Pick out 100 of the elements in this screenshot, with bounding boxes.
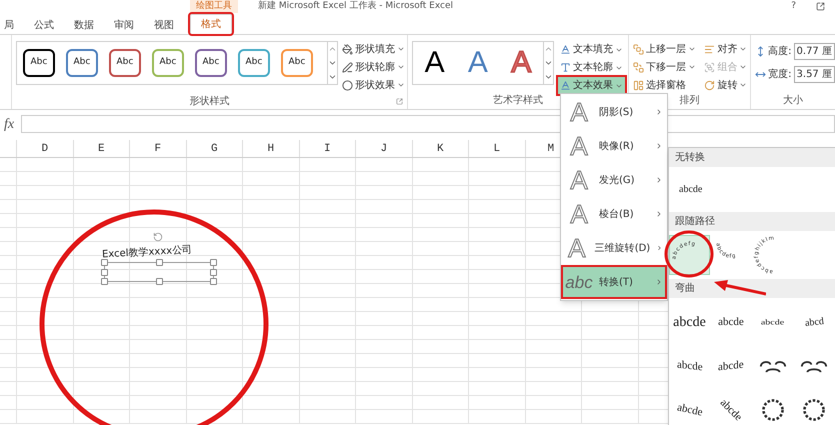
window-title: 新建 Microsoft Excel 工作表 - Microsoft Excel (258, 0, 454, 13)
caret-icon (396, 81, 405, 89)
button-icon (704, 80, 716, 90)
group-label: 形状样式 (189, 94, 230, 108)
context-tab-label: 绘图工具 (190, 0, 238, 14)
transform-option[interactable]: abcde (669, 302, 710, 342)
caret-icon (396, 45, 405, 53)
ribbon-tab[interactable]: 局 (0, 16, 18, 34)
gallery-section-header: 跟随路径 (669, 212, 835, 231)
menu-item[interactable]: A 三维旋转(D) (561, 231, 667, 265)
group-label: 大小 (783, 94, 804, 108)
ribbon-button[interactable]: 旋转 (704, 77, 750, 93)
shape-style-preset[interactable]: Abc (152, 49, 184, 77)
menu-item[interactable]: A 映像(R) (561, 129, 667, 163)
rotate-handle-icon[interactable] (153, 232, 163, 242)
ribbon-button[interactable]: 形状效果 (342, 77, 405, 93)
effect-icon: A (565, 167, 593, 193)
column-header[interactable]: M (526, 140, 560, 157)
shape-style-preset[interactable]: Abc (108, 49, 141, 77)
wordart-preset[interactable]: A (511, 48, 532, 78)
warp-preview-text: abcde (675, 400, 704, 420)
menu-item[interactable]: A 棱台(B) (561, 197, 667, 231)
ribbon-tab[interactable]: 公式 (30, 16, 58, 34)
shape-style-preset[interactable]: Abc (238, 49, 270, 77)
shape-style-preset[interactable]: Abc (66, 49, 98, 77)
ribbon-button[interactable]: 上移一层 (632, 41, 698, 57)
ribbon-button[interactable]: 文本填充 (558, 41, 625, 58)
resize-handle[interactable] (156, 278, 163, 285)
field-label: 高度: (768, 44, 792, 59)
menu-item[interactable]: abc 转换(T) (561, 265, 667, 299)
column-header[interactable]: J (356, 140, 412, 157)
column-header[interactable]: G (186, 140, 243, 157)
caret-icon (688, 45, 696, 53)
menu-item-label: 映像(R) (599, 140, 635, 154)
text-icon (560, 44, 571, 55)
transform-option[interactable]: abcde (679, 170, 702, 210)
help-button[interactable]: ? (791, 0, 796, 14)
column-header[interactable]: K (412, 140, 469, 157)
wordart-preset[interactable]: A (424, 48, 445, 78)
effect-icon: A (565, 99, 593, 125)
menu-item-label: 三维旋转(D) (594, 242, 650, 256)
column-header[interactable]: F (130, 140, 186, 157)
transform-option[interactable]: abcde (669, 390, 710, 425)
text-box-shape[interactable] (104, 262, 214, 282)
size-field[interactable]: 0.77 厘 (794, 43, 835, 60)
ribbon-button[interactable]: 下移一层 (632, 59, 698, 75)
text-icon (560, 62, 571, 73)
ribbon-button[interactable]: 形状填充 (342, 41, 405, 57)
warp-preview-text: abcde (718, 314, 744, 330)
column-header[interactable]: E (74, 140, 130, 157)
shape-style-preset[interactable]: Abc (280, 49, 313, 77)
column-header[interactable]: H (243, 140, 300, 157)
resize-handle[interactable] (156, 259, 163, 266)
menu-item[interactable]: A 阴影(S) (561, 95, 667, 129)
wordart-preset[interactable]: A (468, 48, 488, 78)
field-label: 宽度: (768, 68, 792, 82)
transform-option[interactable]: abcde (710, 302, 752, 342)
group-label: 艺术字样式 (492, 94, 543, 108)
transform-option[interactable]: abcde (669, 346, 710, 386)
size-icon (755, 69, 766, 80)
insert-function-button[interactable]: fx (0, 114, 18, 134)
button-icon (704, 44, 716, 54)
dialog-launcher-icon[interactable] (396, 98, 403, 104)
group-label: 排列 (679, 94, 700, 108)
ribbon-tab[interactable]: 数据 (70, 16, 98, 34)
annotation-circle (664, 230, 714, 278)
menu-item-label: 阴影(S) (599, 106, 634, 120)
effect-icon: A (565, 133, 593, 159)
warp-preview-drawing (758, 358, 786, 374)
menu-item-label: 发光(G) (599, 174, 636, 188)
column-header[interactable]: I (300, 140, 356, 157)
ribbon-button[interactable]: 文本轮廓 (558, 59, 625, 76)
button-icon (632, 62, 644, 72)
column-header[interactable]: L (469, 140, 526, 157)
effect-icon: A (565, 201, 593, 227)
menu-item[interactable]: A 发光(G) (561, 163, 667, 197)
ribbon-tab[interactable]: 格式 (190, 14, 232, 34)
transform-option[interactable]: abcd (794, 302, 834, 342)
curved-text: Excel教学xxxx公司 (102, 244, 192, 262)
caret-icon (739, 81, 748, 89)
ribbon-tab[interactable]: 审阅 (110, 16, 138, 34)
button-icon (342, 80, 353, 90)
warp-preview-drawing (760, 397, 786, 423)
shape-style-preset[interactable]: Abc (194, 49, 227, 77)
transform-option[interactable]: abcde (710, 346, 752, 386)
ribbon-button[interactable]: 文本效果 (558, 77, 625, 94)
button-icon (342, 62, 353, 72)
warp-preview-text: abcde (679, 183, 702, 197)
size-field[interactable]: 3.57 厘 (794, 66, 835, 83)
ribbon-button[interactable]: 形状轮廓 (342, 59, 405, 75)
column-header[interactable]: D (17, 140, 74, 157)
button-icon (632, 44, 644, 54)
caret-icon (688, 63, 696, 71)
gallery-section-header: 无转换 (669, 148, 835, 167)
button-icon (704, 62, 716, 72)
ribbon-button[interactable]: 选择窗格 (632, 77, 698, 93)
restore-icon[interactable] (816, 2, 825, 11)
shape-style-preset[interactable]: Abc (22, 49, 55, 77)
ribbon-tab[interactable]: 视图 (150, 16, 178, 34)
ribbon-button[interactable]: 对齐 (704, 41, 750, 57)
